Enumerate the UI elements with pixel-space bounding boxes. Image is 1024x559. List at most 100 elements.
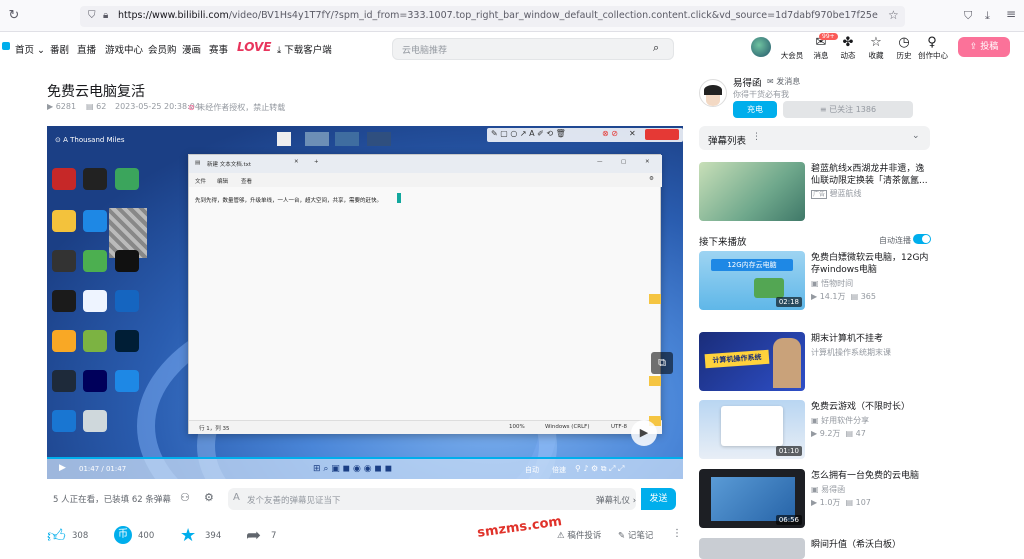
message-button[interactable]: ✉ 发消息 bbox=[767, 76, 800, 87]
app-icon bbox=[52, 250, 76, 272]
rec-title[interactable]: 免费云游戏（不限时长） bbox=[811, 401, 931, 413]
rec-title[interactable]: 瞬间升值（希沃白板） bbox=[811, 539, 931, 551]
app-icon bbox=[115, 290, 139, 312]
nav-esports[interactable]: 赛事 bbox=[209, 42, 228, 56]
new-tab-icon: + bbox=[314, 159, 319, 165]
rec-status bbox=[645, 129, 679, 140]
menu-icon[interactable]: ≡ bbox=[1006, 7, 1016, 21]
play-icon[interactable]: ▶ bbox=[631, 420, 657, 446]
rec-title[interactable]: 期末计算机不挂考 bbox=[811, 333, 931, 345]
danmaku-count: ▤ 62 bbox=[86, 102, 107, 111]
shield-icon[interactable]: ⛉ bbox=[88, 10, 96, 21]
text-cursor bbox=[397, 193, 401, 203]
app-icon bbox=[52, 370, 76, 392]
rec-title[interactable]: 免费白嫖微软云电脑，12G内存windows电脑 bbox=[811, 252, 931, 276]
next-up-label: 接下来播放 bbox=[699, 237, 747, 248]
uploader-name[interactable]: 易得函 bbox=[733, 75, 762, 89]
star-icon[interactable]: ☆ bbox=[864, 35, 888, 50]
uploader-avatar[interactable] bbox=[699, 79, 727, 107]
app-icon bbox=[115, 250, 139, 272]
upload-button[interactable]: ⇪ 投稿 bbox=[958, 37, 1010, 57]
search-icon[interactable]: ⌕ bbox=[653, 41, 659, 55]
video-player[interactable]: ⊙ A Thousand Miles ✎ ▢ ○ ↗ A ✐ ⟲ 🗑︎ ⊗ ⊘ … bbox=[47, 126, 683, 479]
rec-thumbnail[interactable]: 01:10 bbox=[699, 400, 805, 459]
close-icon[interactable]: ✕ bbox=[629, 129, 636, 138]
app-icon bbox=[83, 210, 107, 232]
rec-thumbnail[interactable]: 06:56 bbox=[699, 469, 805, 528]
share-icon[interactable]: ➦ bbox=[246, 525, 261, 546]
nav-manga[interactable]: 漫画 bbox=[182, 42, 201, 56]
record-icon[interactable]: ⊗ ⊘ bbox=[602, 129, 618, 138]
coin-icon[interactable]: 币 bbox=[114, 526, 132, 544]
play-count-icon: ▶ bbox=[47, 102, 54, 111]
app-icon bbox=[83, 370, 107, 392]
menu-file: 文件 bbox=[195, 179, 207, 185]
app-icon bbox=[52, 330, 76, 352]
bilibili-logo-icon[interactable] bbox=[2, 42, 10, 50]
more-icon[interactable]: ⋮ bbox=[672, 528, 682, 539]
status-zoom: 100% bbox=[509, 424, 525, 430]
header-favorites-label[interactable]: 收藏 bbox=[861, 50, 891, 61]
play-pause-icon[interactable]: ▶ bbox=[59, 463, 66, 473]
like-icon[interactable]: 👍︎ bbox=[47, 525, 66, 547]
player-controls-icons[interactable]: ⚲ ♪ ⚙ ⧉ ⤢ ⤢ bbox=[575, 464, 624, 474]
rec-title[interactable]: 怎么拥有一台免费的云电脑 bbox=[811, 470, 931, 482]
browser-toolbar: ↻ ⛉ 🔒︎ https://www.bilibili.com/video/BV… bbox=[0, 0, 1024, 32]
nav-anime[interactable]: 番剧 bbox=[50, 42, 69, 56]
rec-thumbnail[interactable] bbox=[699, 538, 805, 559]
view-count: ▶ 6281 bbox=[47, 102, 77, 111]
header-vip-label[interactable]: 大会员 bbox=[777, 50, 807, 61]
close-tab-icon: ✕ bbox=[294, 159, 299, 165]
rec-thumbnail[interactable]: 计算机操作系统 bbox=[699, 332, 805, 391]
follow-button[interactable]: ≡ 已关注 1386 bbox=[783, 101, 913, 118]
nav-game-center[interactable]: 游戏中心 bbox=[105, 42, 143, 56]
app-icon bbox=[52, 210, 76, 232]
header-message-label[interactable]: 消息 bbox=[806, 50, 836, 61]
chevron-down-icon[interactable]: ⌄ bbox=[912, 131, 920, 141]
rec-thumbnail[interactable]: 12G内存云电脑 02:18 bbox=[699, 251, 805, 310]
bookmark-star-icon[interactable]: ☆ bbox=[888, 8, 899, 22]
file-icon bbox=[277, 132, 291, 146]
nav-home[interactable]: 首页 ⌄ bbox=[15, 42, 45, 56]
ad-title[interactable]: 碧蓝航线x西湖龙井非遗，逸仙联动限定换装「清茶氤氲... bbox=[811, 163, 931, 187]
send-button[interactable]: 发送 bbox=[641, 488, 676, 510]
nav-download-client[interactable]: ⤓ 下载客户端 bbox=[277, 42, 332, 56]
downloads-icon[interactable]: ⤓ bbox=[985, 9, 990, 23]
rec-author: 计算机操作系统期末课 bbox=[811, 348, 891, 357]
danmaku-settings-icon[interactable]: ⚙ bbox=[204, 491, 214, 504]
danmaku-toggle-icon[interactable]: ⚇ bbox=[180, 491, 190, 504]
watermark: smzms.com bbox=[476, 514, 563, 541]
clock-icon[interactable]: ◷ bbox=[892, 35, 916, 50]
more-options-icon[interactable]: ⋮ bbox=[752, 132, 761, 142]
progress-bar[interactable] bbox=[47, 457, 683, 459]
lock-icon[interactable]: 🔒︎ bbox=[103, 10, 108, 21]
rec-author: ▣ 好用软件分享 bbox=[811, 416, 870, 425]
charge-button[interactable]: 充电 bbox=[733, 101, 777, 118]
autoplay-toggle[interactable] bbox=[913, 234, 931, 244]
report-button[interactable]: ⚠ 稿件投诉 bbox=[557, 529, 601, 541]
text-style-icon[interactable]: A bbox=[233, 492, 240, 503]
header-creator-label[interactable]: 创作中心 bbox=[915, 50, 951, 61]
notes-button[interactable]: ✎ 记笔记 bbox=[618, 529, 653, 541]
favorite-star-icon[interactable]: ★ bbox=[180, 525, 196, 546]
nav-love[interactable]: LOVE bbox=[237, 40, 271, 54]
ad-thumbnail[interactable] bbox=[699, 162, 805, 221]
header-dynamic-label[interactable]: 动态 bbox=[833, 50, 863, 61]
reload-icon[interactable]: ↻ bbox=[6, 8, 22, 24]
maximize-icon: ▢ bbox=[621, 159, 627, 165]
close-window-icon: ✕ bbox=[645, 159, 650, 165]
app-icon bbox=[83, 330, 107, 352]
danmaku-etiquette-link[interactable]: 弹幕礼仪 › bbox=[596, 494, 636, 506]
avatar[interactable] bbox=[751, 37, 771, 57]
nav-live[interactable]: 直播 bbox=[77, 42, 96, 56]
speed-button[interactable]: 倍速 bbox=[552, 465, 566, 475]
nav-mall[interactable]: 会员购 bbox=[148, 42, 177, 56]
danmaku-icon: ▤ bbox=[86, 102, 94, 111]
quality-button[interactable]: 自动 bbox=[525, 465, 539, 475]
dynamic-icon[interactable]: ✤ bbox=[836, 35, 860, 50]
pocket-icon[interactable]: ⛉ bbox=[964, 9, 972, 23]
url-text[interactable]: https://www.bilibili.com/video/BV1Hs4y1T… bbox=[118, 10, 878, 21]
pen-icon[interactable]: ✎ ▢ ○ ↗ A ✐ ⟲ 🗑︎ bbox=[491, 129, 566, 138]
bulb-icon[interactable]: ♀ bbox=[920, 35, 944, 50]
picture-in-picture-icon[interactable]: ⧉ bbox=[651, 352, 673, 374]
